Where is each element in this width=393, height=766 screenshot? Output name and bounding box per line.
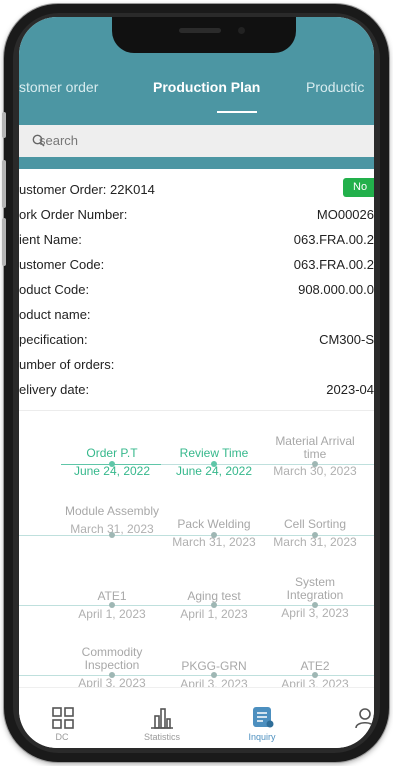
volume-down-button — [2, 218, 6, 266]
stage-date: April 3, 2023 — [281, 606, 349, 620]
detail-row: ustomer Code: 063.FRA.00.2 — [19, 257, 374, 281]
front-camera — [238, 27, 245, 34]
detail-row: oduct Code: 908.000.00.0 — [19, 282, 374, 306]
stage-name: Pack Welding — [177, 517, 251, 531]
detail-value: 063.FRA.00.2 — [293, 232, 374, 247]
timeline-stage: Material Arrival time March 30, 2023 — [265, 435, 365, 478]
detail-label: oduct Code: — [19, 282, 90, 297]
timeline-dot — [109, 602, 115, 608]
app-screen: stomer order Production Plan Productic s… — [19, 17, 374, 748]
nav-label: Ac — [368, 732, 374, 742]
speaker-grille — [179, 28, 221, 33]
nav-item-dc[interactable]: DC — [27, 688, 97, 748]
tab-production-plan[interactable]: Production Plan — [153, 79, 260, 95]
section-divider — [19, 410, 374, 411]
stage-date: April 1, 2023 — [180, 607, 248, 621]
timeline-dot — [312, 602, 318, 608]
mute-switch — [2, 112, 6, 138]
detail-row: oduct name: — [19, 307, 374, 331]
stage-date: April 1, 2023 — [78, 607, 146, 621]
header-strip — [19, 157, 374, 169]
detail-value: MO00026 — [316, 207, 374, 222]
nav-item-statistics[interactable]: Statistics — [127, 688, 197, 748]
timeline-dot — [312, 532, 318, 538]
inquiry-document-icon — [253, 707, 274, 728]
detail-row: elivery date: 2023-04 — [19, 382, 374, 406]
nav-label: DC — [55, 732, 69, 742]
stage-name: System Integration — [286, 575, 344, 602]
search-placeholder: search — [39, 133, 79, 148]
detail-label: ork Order Number: — [19, 207, 128, 222]
detail-value: 908.000.00.0 — [298, 282, 374, 297]
nav-item-account[interactable]: Ac — [325, 688, 374, 748]
grid-icon — [52, 707, 74, 729]
detail-value: 063.FRA.00.2 — [293, 257, 374, 272]
stage-name: Commodity Inspection — [81, 645, 143, 672]
timeline-stage: System Integration April 3, 2023 — [265, 576, 365, 620]
detail-label: oduct name: — [19, 307, 91, 322]
nav-item-inquiry[interactable]: Inquiry — [227, 688, 297, 748]
stage-name: Material Arrival time — [275, 434, 355, 461]
person-icon — [355, 708, 374, 729]
timeline-stage: Commodity Inspection April 3, 2023 — [62, 646, 162, 690]
detail-label: ustomer Code: — [19, 257, 105, 272]
stage-name: Module Assembly — [64, 504, 160, 518]
stage-name: Review Time — [179, 446, 249, 460]
detail-label: pecification: — [19, 332, 88, 347]
detail-value: 2023-04 — [326, 382, 374, 397]
detail-row: ient Name: 063.FRA.00.2 — [19, 232, 374, 256]
timeline-dot — [109, 532, 115, 538]
detail-row: ustomer Order: 22K014 — [19, 182, 374, 206]
bottom-nav: DC Statistics Inquiry A — [19, 687, 374, 748]
stage-name: Order P.T — [86, 446, 138, 460]
timeline-dot — [109, 672, 115, 678]
phone-notch — [112, 17, 296, 53]
detail-row: pecification: CM300-S — [19, 332, 374, 356]
timeline-dot — [211, 532, 217, 538]
bar-chart-icon — [151, 708, 173, 729]
volume-up-button — [2, 160, 6, 208]
detail-label: elivery date: — [19, 382, 90, 397]
tab-production[interactable]: Productic — [306, 79, 364, 95]
timeline-dot — [109, 461, 115, 467]
timeline-dot — [211, 602, 217, 608]
nav-label: Statistics — [143, 732, 180, 742]
detail-label: umber of orders: — [19, 357, 115, 372]
nav-label: Inquiry — [248, 732, 276, 742]
detail-row: ork Order Number: MO00026 — [19, 207, 374, 231]
detail-label: ustomer Order: 22K014 — [19, 182, 155, 197]
tab-customer-order[interactable]: stomer order — [19, 79, 98, 95]
timeline-dot — [211, 461, 217, 467]
detail-value: CM300-S — [319, 332, 374, 347]
detail-row: umber of orders: — [19, 357, 374, 381]
timeline-dot — [312, 461, 318, 467]
stage-name: Cell Sorting — [283, 517, 347, 531]
timeline-dot — [312, 672, 318, 678]
timeline-dot — [211, 672, 217, 678]
detail-label: ient Name: — [19, 232, 82, 247]
active-tab-indicator — [217, 111, 257, 113]
